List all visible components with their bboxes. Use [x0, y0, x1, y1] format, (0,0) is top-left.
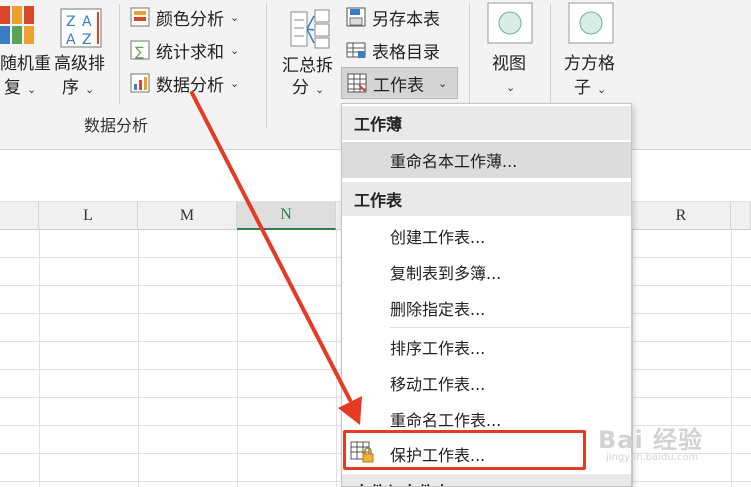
color-analysis-button[interactable]: 颜色分析 ⌄ [130, 4, 239, 30]
summary-split-label-2[interactable]: 分 ⌄ [292, 78, 324, 100]
chevron-down-icon: ⌄ [597, 83, 607, 96]
group-label-data-analysis: 数据分析 [84, 116, 149, 135]
highlight-box [343, 430, 586, 470]
col-line [731, 230, 732, 487]
menu-section-files: 文件与文件夹 [342, 474, 631, 486]
menu-item-copy-sheet[interactable]: 复制表到多簿... [342, 254, 631, 290]
column-header-partial-right[interactable] [731, 202, 751, 230]
view-icon [487, 2, 533, 44]
menu-item-delete-sheet[interactable]: 删除指定表... [342, 290, 631, 326]
random-repeat-icon [0, 6, 38, 46]
worksheet-icon [347, 73, 367, 93]
column-header-partial[interactable] [0, 202, 39, 230]
chevron-down-icon: ⌄ [438, 76, 448, 90]
svg-text:A: A [82, 14, 92, 30]
baidu-watermark-url: jingyan.baidu.com [606, 452, 699, 463]
chevron-down-icon: ⌄ [230, 43, 240, 57]
table-catalog-icon [346, 40, 366, 60]
stat-sum-button[interactable]: ∑ 统计求和 ⌄ [130, 37, 239, 63]
chevron-down-icon: ⌄ [315, 83, 325, 96]
chevron-down-icon: ⌄ [27, 83, 37, 96]
advanced-sort-icon: Z A A Z [60, 8, 102, 48]
col-line [39, 230, 40, 487]
col-line [237, 230, 238, 487]
color-analysis-icon [130, 7, 150, 27]
svg-text:Z: Z [66, 14, 76, 30]
divider [266, 4, 267, 128]
column-header-m[interactable]: M [138, 202, 237, 230]
save-sheet-label: 另存本表 [372, 9, 440, 30]
menu-item-create-sheet[interactable]: 创建工作表... [342, 218, 631, 254]
view-caret[interactable]: ⌄ [506, 76, 515, 98]
column-header-r[interactable]: R [632, 202, 731, 230]
random-repeat-label[interactable]: 随机重 [0, 54, 51, 74]
divider [550, 4, 551, 104]
menu-item-sort-sheet[interactable]: 排序工作表... [342, 329, 631, 365]
fangfang-grid-label-2[interactable]: 子 ⌄ [574, 78, 606, 100]
summary-split-label[interactable]: 汇总拆 [282, 56, 333, 76]
divider [119, 4, 120, 104]
chevron-down-icon: ⌄ [506, 81, 516, 94]
color-analysis-label: 颜色分析 [156, 9, 224, 30]
divider [469, 4, 470, 104]
menu-separator [390, 327, 630, 328]
stat-sum-icon: ∑ [130, 40, 150, 60]
summary-split-icon [290, 8, 332, 50]
advanced-sort-label[interactable]: 高级排 [54, 54, 105, 74]
chevron-down-icon: ⌄ [230, 10, 240, 24]
worksheet-label: 工作表 [373, 75, 424, 96]
menu-item-move-sheet[interactable]: 移动工作表... [342, 365, 631, 401]
table-catalog-button[interactable]: 表格目录 [346, 37, 440, 63]
data-analysis-button[interactable]: 数据分析 ⌄ [130, 70, 239, 96]
svg-text:A: A [66, 32, 76, 48]
chevron-down-icon: ⌄ [85, 83, 95, 96]
col-line [336, 230, 337, 487]
fangfang-grid-label[interactable]: 方方格 [564, 54, 615, 74]
svg-text:∑: ∑ [135, 45, 144, 60]
stat-sum-label: 统计求和 [156, 42, 224, 63]
random-repeat-label-2[interactable]: 复 ⌄ [4, 78, 36, 100]
data-analysis-icon [130, 73, 150, 93]
table-catalog-label: 表格目录 [372, 42, 440, 63]
worksheet-dropdown-button[interactable]: 工作表 ⌄ [341, 67, 458, 99]
menu-item-rename-workbook[interactable]: 重命名本工作薄... [342, 142, 631, 178]
view-label[interactable]: 视图 [492, 54, 526, 74]
save-sheet-button[interactable]: 另存本表 [346, 4, 440, 30]
col-line [138, 230, 139, 487]
baidu-watermark: Bai 经验 [598, 426, 704, 454]
save-icon [346, 7, 366, 27]
menu-section-worksheet: 工作表 [342, 182, 631, 216]
menu-section-workbook: 工作薄 [342, 106, 631, 140]
chevron-down-icon: ⌄ [230, 76, 240, 90]
column-header-n[interactable]: N [237, 202, 336, 230]
advanced-sort-label-2[interactable]: 序 ⌄ [62, 78, 94, 100]
data-analysis-label: 数据分析 [156, 75, 224, 96]
svg-text:Z: Z [82, 32, 92, 48]
column-header-l[interactable]: L [39, 202, 138, 230]
fangfang-grid-icon [568, 2, 614, 44]
